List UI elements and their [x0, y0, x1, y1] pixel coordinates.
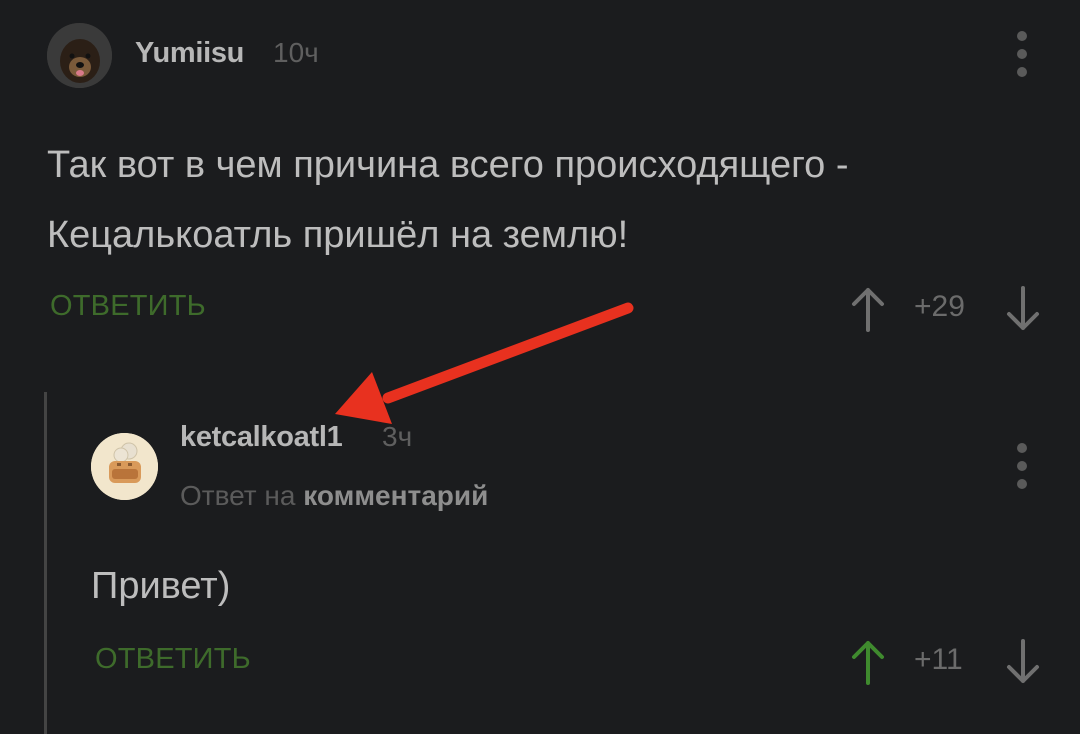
annotation-arrow-icon [335, 302, 634, 424]
upvote-arrow-icon[interactable] [848, 286, 888, 340]
comment-time: 10ч [273, 37, 319, 68]
reply-button[interactable]: ОТВЕТИТЬ [50, 290, 206, 323]
rating-value: +11 [914, 643, 963, 676]
comment-time: 3ч [382, 421, 413, 452]
reply-to-label[interactable]: Ответ на комментарий [180, 480, 488, 512]
comment-text-line: Привет) [91, 565, 231, 607]
reply-to-prefix: Ответ на [180, 480, 296, 511]
downvote-arrow-icon[interactable] [1003, 639, 1043, 693]
more-menu-icon[interactable] [1014, 443, 1030, 489]
rating-value: +29 [914, 290, 965, 323]
dog-avatar-image [47, 23, 112, 88]
avatar[interactable] [91, 433, 158, 500]
comment-author[interactable]: ketcalkoatl1 [180, 421, 343, 454]
upvote-arrow-icon[interactable] [848, 639, 888, 693]
comment-author[interactable]: Yumiisu [135, 37, 244, 70]
chef-avatar-image [91, 433, 158, 500]
reply-to-link[interactable]: комментарий [303, 480, 488, 511]
comment-text-line: Кецалькоатль пришёл на землю! [47, 214, 629, 256]
more-menu-icon[interactable] [1014, 31, 1030, 77]
downvote-arrow-icon[interactable] [1003, 286, 1043, 340]
comment-text-line: Так вот в чем причина всего происходящег… [47, 144, 849, 186]
avatar[interactable] [47, 23, 112, 88]
reply-button[interactable]: ОТВЕТИТЬ [95, 643, 251, 676]
thread-indent-line [44, 392, 47, 734]
